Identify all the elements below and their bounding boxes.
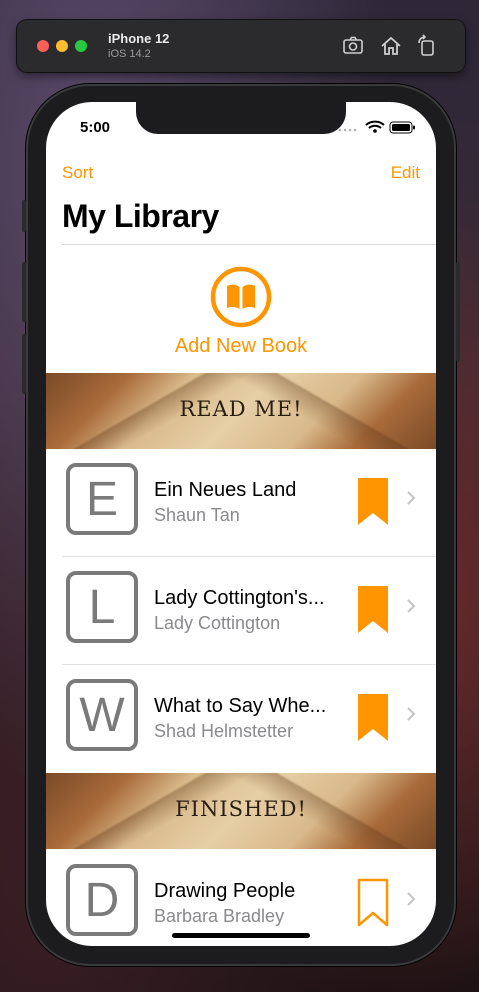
chevron-right-icon [406, 598, 416, 619]
book-title: Ein Neues Land [154, 479, 297, 501]
bookmark-fill-icon[interactable] [357, 477, 389, 532]
status-icons [338, 120, 418, 134]
simulator-os-version: iOS 14.2 [108, 48, 151, 60]
home-icon[interactable] [379, 34, 403, 58]
book-row[interactable]: W What to Say Whe... Shad Helmstetter [46, 665, 436, 773]
rotate-icon[interactable] [415, 34, 439, 58]
book-title: Drawing People [154, 880, 296, 902]
book-author: Lady Cottington [154, 613, 281, 633]
book-row[interactable]: D Drawing People Barbara Bradley [46, 850, 436, 946]
header-divider [62, 244, 436, 245]
cellular-signal-icon [338, 128, 357, 132]
edit-button[interactable]: Edit [391, 163, 420, 183]
close-window-button[interactable] [37, 40, 49, 52]
screenshot-icon[interactable] [342, 34, 366, 58]
book-circle-icon[interactable] [210, 266, 272, 333]
section-header-read-me: READ ME! [46, 373, 436, 449]
book-letter-tile: W [66, 679, 138, 751]
minimize-window-button[interactable] [56, 40, 68, 52]
simulator-toolbar: iPhone 12 iOS 14.2 [17, 20, 465, 72]
section-header-title: FINISHED! [175, 797, 307, 821]
volume-up-button [22, 262, 26, 322]
chevron-right-icon [406, 891, 416, 912]
book-author: Shad Helmstetter [154, 721, 294, 741]
bookmark-fill-icon[interactable] [357, 585, 389, 640]
volume-down-button [22, 334, 26, 394]
chevron-right-icon [406, 490, 416, 511]
book-row[interactable]: L Lady Cottington's... Lady Cottington [46, 557, 436, 665]
book-author: Shaun Tan [154, 505, 240, 525]
bookmark-outline-icon[interactable] [357, 878, 389, 933]
home-indicator[interactable] [172, 933, 310, 938]
app-screen: 5:00 Sort Edit My Library Add New Book R… [46, 102, 436, 946]
sort-button[interactable]: Sort [62, 163, 93, 183]
battery-icon [389, 121, 415, 134]
zoom-window-button[interactable] [75, 40, 87, 52]
power-button [456, 262, 460, 362]
chevron-right-icon [406, 706, 416, 727]
book-letter-tile: L [66, 571, 138, 643]
page-title: My Library [62, 198, 219, 234]
simulator-device-name: iPhone 12 [108, 31, 170, 46]
book-title: Lady Cottington's... [154, 587, 325, 609]
section-header-title: READ ME! [179, 397, 303, 421]
mute-switch [22, 200, 26, 232]
add-new-book-label[interactable]: Add New Book [46, 335, 436, 358]
book-author: Barbara Bradley [154, 906, 285, 926]
book-letter-tile: D [66, 864, 138, 936]
status-time: 5:00 [80, 119, 111, 136]
wifi-icon [365, 120, 385, 133]
book-letter-tile: E [66, 463, 138, 535]
add-new-book-button[interactable] [46, 266, 436, 333]
book-title: What to Say Whe... [154, 695, 327, 717]
section-header-finished: FINISHED! [46, 773, 436, 849]
bookmark-fill-icon[interactable] [357, 693, 389, 748]
book-row[interactable]: E Ein Neues Land Shaun Tan [46, 449, 436, 557]
notch [136, 102, 346, 134]
